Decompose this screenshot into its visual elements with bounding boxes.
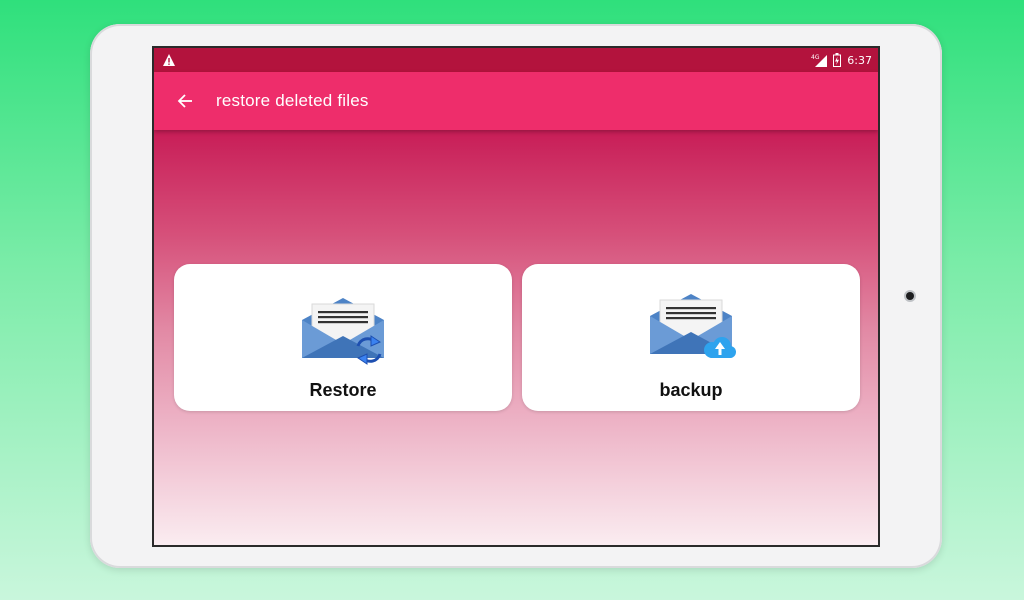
network-type-label: 4G xyxy=(811,54,820,61)
device-screen: 4G 6:37 restore deleted files Restore ba… xyxy=(152,46,880,547)
battery-charging-icon xyxy=(833,53,842,67)
restore-label: Restore xyxy=(309,380,377,400)
envelope-restore-icon xyxy=(298,294,388,370)
envelope-cloud-upload-icon xyxy=(646,294,736,370)
arrow-back-icon[interactable] xyxy=(176,92,194,110)
page-title: restore deleted files xyxy=(216,91,369,110)
status-time: 6:37 xyxy=(847,53,872,67)
app-bar: restore deleted files xyxy=(154,72,878,130)
backup-label: backup xyxy=(659,380,723,400)
status-bar: 4G 6:37 xyxy=(154,48,878,72)
main-content: Restore backup xyxy=(154,130,878,545)
restore-card[interactable]: Restore xyxy=(174,264,512,411)
front-camera xyxy=(906,292,914,300)
backup-card[interactable]: backup xyxy=(522,264,860,411)
signal-icon: 4G xyxy=(811,53,828,67)
warning-icon xyxy=(162,53,176,67)
